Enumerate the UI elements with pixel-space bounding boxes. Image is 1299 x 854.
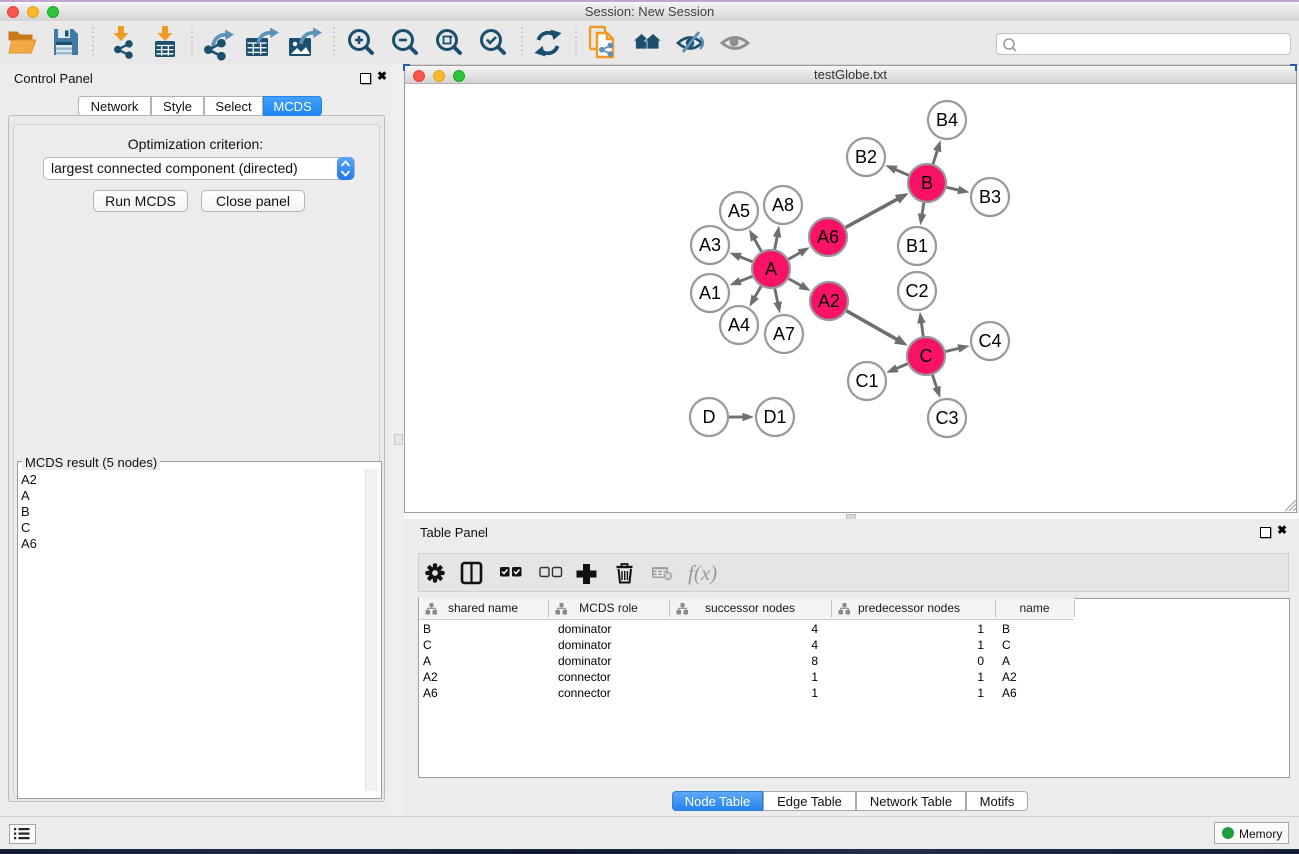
svg-text:B: B: [921, 173, 933, 193]
svg-text:A6: A6: [817, 227, 839, 247]
svg-text:B3: B3: [979, 187, 1001, 207]
svg-text:B2: B2: [855, 147, 877, 167]
svg-text:C1: C1: [855, 371, 878, 391]
svg-text:A: A: [765, 259, 777, 279]
svg-text:D: D: [703, 407, 716, 427]
svg-text:C4: C4: [978, 331, 1001, 351]
svg-text:B1: B1: [906, 236, 928, 256]
svg-text:C: C: [920, 346, 933, 366]
svg-text:A1: A1: [699, 283, 721, 303]
svg-text:A2: A2: [818, 291, 840, 311]
svg-text:C2: C2: [905, 281, 928, 301]
svg-text:C3: C3: [935, 408, 958, 428]
svg-text:A3: A3: [699, 235, 721, 255]
svg-text:D1: D1: [763, 407, 786, 427]
svg-text:A8: A8: [772, 195, 794, 215]
svg-text:B4: B4: [936, 110, 958, 130]
svg-text:A7: A7: [773, 324, 795, 344]
svg-text:A5: A5: [728, 201, 750, 221]
svg-text:A4: A4: [728, 315, 750, 335]
